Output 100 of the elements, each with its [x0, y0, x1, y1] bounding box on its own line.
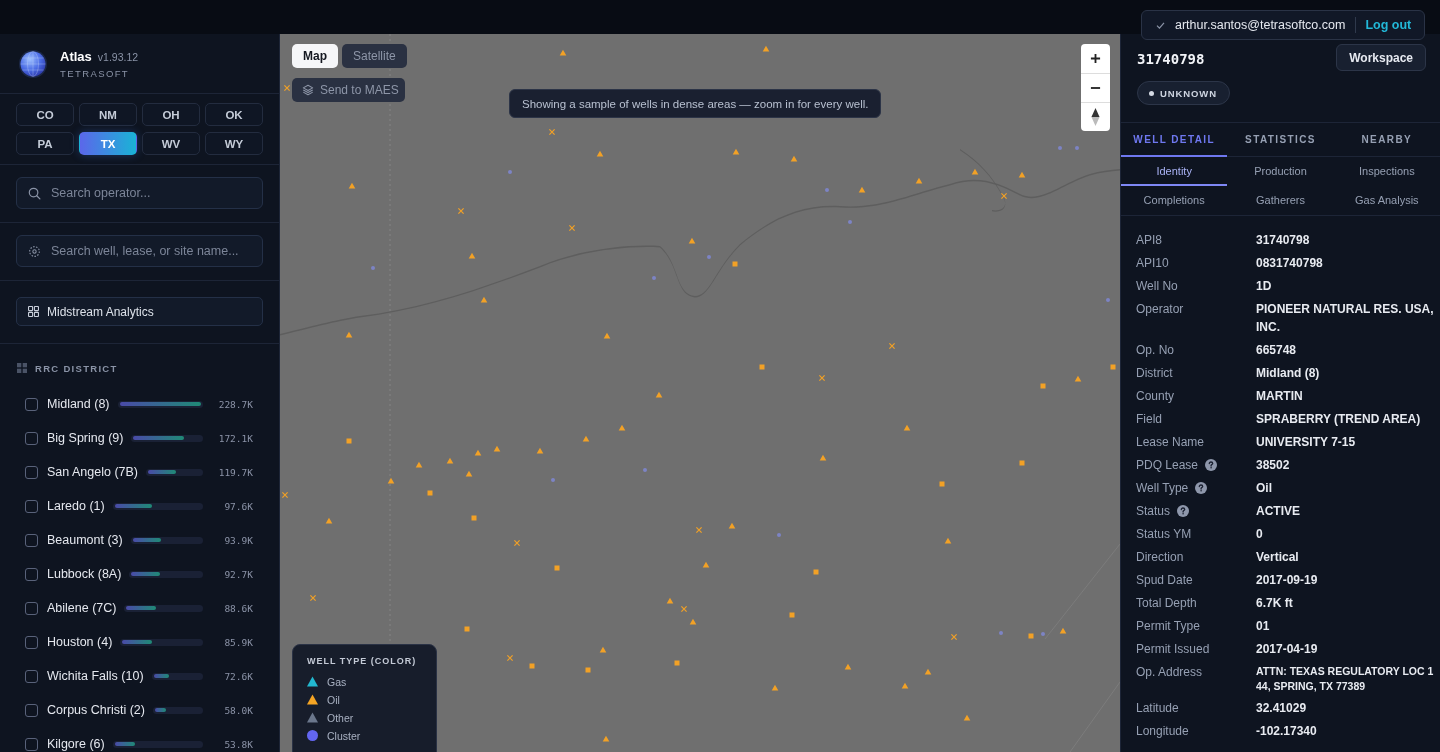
field-value: Vertical — [1256, 548, 1300, 566]
detail-subtab[interactable]: Gatherers — [1227, 186, 1334, 215]
logout-link[interactable]: Log out — [1365, 18, 1412, 32]
detail-tab[interactable]: NEARBY — [1333, 123, 1440, 157]
field-value: ATTN: TEXAS REGULATORY LOC 144, SPRING, TX 77389 — [1256, 663, 1434, 694]
triangle-marker-icon — [599, 646, 607, 653]
field-value: Midland (8) — [1256, 364, 1321, 382]
cross-marker-icon — [457, 207, 465, 215]
triangle-marker-icon — [915, 177, 923, 184]
zoom-out-button[interactable] — [1081, 73, 1110, 102]
square-marker-icon — [464, 626, 470, 632]
workspace-button[interactable]: Workspace — [1336, 44, 1426, 71]
checkbox[interactable] — [25, 635, 38, 649]
cross-marker-icon — [283, 84, 291, 92]
zoom-in-button[interactable] — [1081, 44, 1110, 73]
operator-search-field[interactable]: Search operator... — [16, 177, 263, 209]
district-count: 85.9K — [223, 636, 253, 648]
detail-subtab[interactable]: Inspections — [1333, 157, 1440, 186]
square-marker-icon — [1019, 460, 1025, 466]
triangle-marker-icon — [688, 237, 696, 244]
district-count: 172.1K — [217, 432, 253, 444]
dot-marker-icon — [643, 468, 647, 472]
detail-subtab[interactable]: Identity — [1121, 157, 1228, 186]
user-email: arthur.santos@tetrasoftco.com — [1175, 18, 1346, 32]
detail-subtab[interactable]: Completions — [1121, 186, 1228, 215]
state-button[interactable]: OH — [142, 103, 200, 126]
checkbox[interactable] — [25, 465, 38, 479]
globe-logo-icon — [18, 48, 48, 79]
cross-marker-icon — [281, 491, 289, 499]
help-icon[interactable] — [1195, 481, 1208, 494]
send-button[interactable]: Send to MAES — [292, 78, 405, 102]
state-button[interactable]: CO — [16, 103, 74, 126]
company-name: TETRASOFT — [60, 67, 131, 79]
dot-marker-icon — [652, 276, 656, 280]
district-count: 119.7K — [217, 466, 253, 478]
version-label: v1.93.12 — [97, 50, 139, 63]
triangle-marker-icon — [480, 296, 488, 303]
square-marker-icon — [813, 569, 819, 575]
field-value: 6.7K ft — [1256, 594, 1294, 612]
field-label: Well Type — [1136, 480, 1189, 495]
detail-tab[interactable]: STATISTICS — [1227, 123, 1334, 157]
view-toggle-button[interactable]: Map — [292, 44, 338, 68]
legend-label: Gas — [327, 675, 347, 688]
field-value: SPRABERRY (TREND AREA) — [1256, 410, 1422, 428]
dot-marker-icon — [707, 255, 711, 259]
district-label: Corpus Christi (2) — [47, 703, 145, 717]
detail-subtab[interactable]: Production — [1227, 157, 1334, 186]
checkbox[interactable] — [25, 567, 38, 581]
state-button[interactable]: WY — [205, 132, 263, 155]
checkbox[interactable] — [25, 703, 38, 717]
field-value: Oil — [1256, 479, 1273, 497]
district-label: Kilgore (6) — [47, 737, 105, 751]
legend-title: WELL TYPE (COLOR) — [307, 656, 418, 666]
triangle-marker-icon — [468, 252, 476, 259]
site-search-field[interactable]: Search well, lease, or site name... — [16, 235, 263, 267]
help-icon[interactable] — [1205, 458, 1218, 471]
state-button[interactable]: WV — [142, 132, 200, 155]
checkbox[interactable] — [25, 737, 38, 751]
field-value: PIONEER NATURAL RES. USA, INC. — [1256, 300, 1434, 336]
checkbox[interactable] — [25, 397, 38, 411]
checkbox[interactable] — [25, 601, 38, 615]
detail-subtab[interactable]: Gas Analysis — [1333, 186, 1440, 215]
square-marker-icon — [789, 612, 795, 618]
square-marker-icon — [759, 364, 765, 370]
legend-label: Oil — [327, 693, 340, 706]
view-toggle-button[interactable]: Satellite — [342, 44, 407, 68]
district-label: Abilene (7C) — [47, 601, 117, 615]
dot-marker-icon — [1058, 146, 1062, 150]
triangle-marker-icon — [618, 424, 626, 431]
field-value: 32.41029 — [1256, 699, 1308, 717]
district-count: 72.6K — [223, 670, 253, 682]
square-marker-icon — [471, 515, 477, 521]
triangle-marker-icon — [345, 331, 353, 338]
dot-marker-icon — [1041, 632, 1045, 636]
state-button[interactable]: NM — [79, 103, 137, 126]
triangle-marker-icon — [348, 182, 356, 189]
analytics-button[interactable]: Midstream Analytics — [16, 297, 263, 326]
cross-marker-icon — [818, 374, 826, 382]
field-label: Direction — [1136, 549, 1184, 564]
reset-north-button[interactable] — [1081, 102, 1110, 131]
district-label: Beaumont (3) — [47, 533, 123, 547]
square-marker-icon — [427, 490, 433, 496]
detail-tab[interactable]: WELL DETAIL — [1121, 123, 1228, 157]
checkbox[interactable] — [25, 533, 38, 547]
help-icon[interactable] — [1177, 504, 1190, 517]
state-button[interactable]: OK — [205, 103, 263, 126]
checkbox[interactable] — [25, 669, 38, 683]
triangle-marker-icon — [844, 663, 852, 670]
legend-label: Cluster — [327, 729, 361, 742]
triangle-marker-icon — [901, 682, 909, 689]
triangle-marker-icon — [415, 461, 423, 468]
checkbox[interactable] — [25, 431, 38, 445]
field-value: 2017-04-19 — [1256, 640, 1319, 658]
triangle-marker-icon — [771, 684, 779, 691]
triangle-marker-icon — [387, 477, 395, 484]
field-label: PDQ Lease — [1136, 457, 1199, 472]
checkbox[interactable] — [25, 499, 38, 513]
field-label: Op. No — [1136, 342, 1174, 357]
state-button[interactable]: PA — [16, 132, 74, 155]
district-count: 97.6K — [223, 500, 253, 512]
